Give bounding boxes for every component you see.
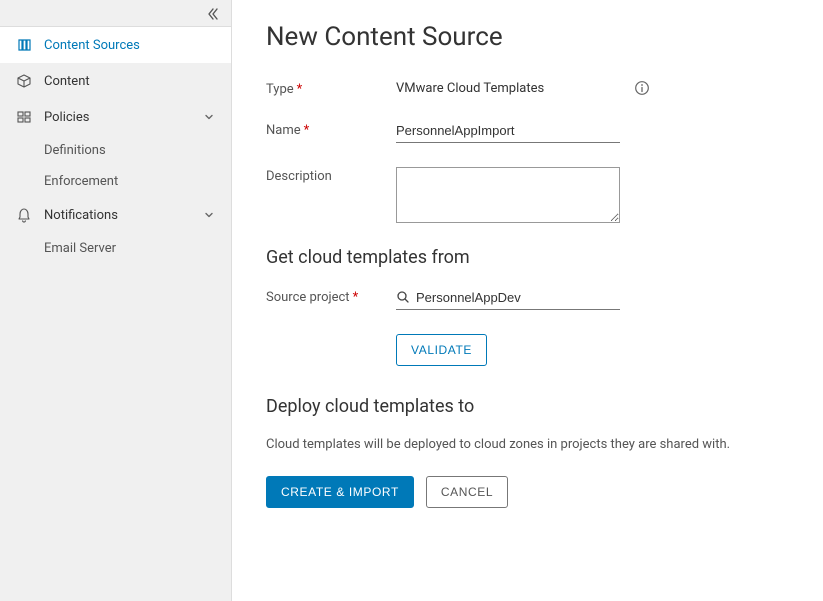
description-label: Description <box>266 167 396 184</box>
action-row: CREATE & IMPORT CANCEL <box>266 476 789 508</box>
sidebar-item-content[interactable]: Content <box>0 63 231 99</box>
cancel-button[interactable]: CANCEL <box>426 476 508 508</box>
sidebar-item-definitions[interactable]: Definitions <box>0 135 231 166</box>
row-description: Description <box>266 167 789 223</box>
source-project-label: Source project* <box>266 288 396 305</box>
sidebar-item-email-server[interactable]: Email Server <box>0 233 231 264</box>
name-input[interactable] <box>396 121 620 143</box>
sidebar-item-label: Content <box>44 74 90 89</box>
sidebar-item-label: Definitions <box>44 143 106 158</box>
required-asterisk: * <box>304 123 310 138</box>
create-import-button[interactable]: CREATE & IMPORT <box>266 476 414 508</box>
sidebar-item-label: Enforcement <box>44 174 118 189</box>
sidebar-item-label: Policies <box>44 110 89 125</box>
sidebar-item-notifications[interactable]: Notifications <box>0 197 231 233</box>
description-textarea[interactable] <box>396 167 620 223</box>
bell-icon <box>16 207 34 223</box>
sidebar-item-content-sources[interactable]: Content Sources <box>0 27 231 63</box>
validate-row: VALIDATE <box>396 334 789 366</box>
section-deploy-templates-to: Deploy cloud templates to <box>266 396 789 417</box>
chevron-down-icon <box>203 111 215 123</box>
stack-icon <box>16 37 34 53</box>
validate-button[interactable]: VALIDATE <box>396 334 487 366</box>
deploy-description: Cloud templates will be deployed to clou… <box>266 437 789 452</box>
row-source-project: Source project* <box>266 288 789 310</box>
sidebar-item-policies[interactable]: Policies <box>0 99 231 135</box>
collapse-sidebar-icon[interactable] <box>205 6 221 22</box>
sidebar-item-label: Content Sources <box>44 38 140 53</box>
sidebar: Content Sources Content Policies Definit… <box>0 0 232 601</box>
main-panel: New Content Source Type* VMware Cloud Te… <box>232 0 823 601</box>
info-icon[interactable] <box>634 80 650 96</box>
sidebar-item-label: Notifications <box>44 208 118 223</box>
sidebar-item-label: Email Server <box>44 241 116 256</box>
type-label: Type* <box>266 80 396 97</box>
page-title: New Content Source <box>266 22 789 52</box>
required-asterisk: * <box>353 290 359 305</box>
required-asterisk: * <box>297 82 303 97</box>
policies-icon <box>16 109 34 125</box>
sidebar-collapse-row <box>0 0 231 26</box>
box-icon <box>16 73 34 89</box>
row-name: Name* <box>266 121 789 143</box>
chevron-down-icon <box>203 209 215 221</box>
search-icon <box>396 290 410 304</box>
name-label: Name* <box>266 121 396 138</box>
source-project-search <box>396 288 620 310</box>
type-value: VMware Cloud Templates <box>396 80 650 96</box>
sidebar-item-enforcement[interactable]: Enforcement <box>0 166 231 197</box>
source-project-input[interactable] <box>396 288 620 310</box>
section-get-templates-from: Get cloud templates from <box>266 247 789 268</box>
row-type: Type* VMware Cloud Templates <box>266 80 789 97</box>
